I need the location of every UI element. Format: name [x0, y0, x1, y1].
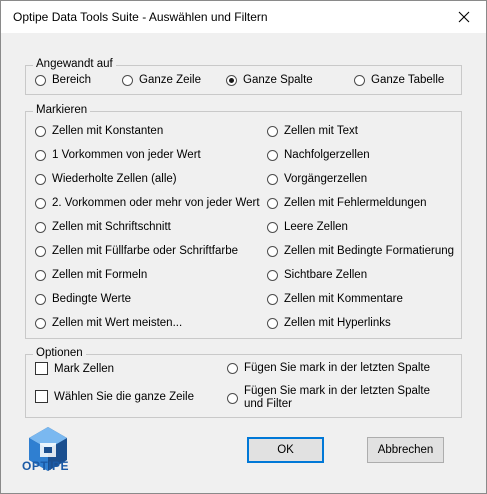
mark-right-option[interactable]: Zellen mit Fehlermeldungen — [267, 197, 427, 209]
radio-indicator[interactable] — [267, 173, 278, 185]
radio-indicator[interactable] — [267, 149, 278, 161]
radio-indicator[interactable] — [227, 362, 238, 374]
mark-right-option[interactable]: Sichtbare Zellen — [267, 269, 367, 281]
radio-indicator[interactable] — [35, 317, 46, 329]
radio-label: Wiederholte Zellen (alle) — [52, 173, 177, 185]
cancel-button[interactable]: Abbrechen — [367, 437, 444, 463]
add-mark-last-column-radio[interactable]: Fügen Sie mark in der letzten Spalte — [227, 362, 430, 374]
radio-label: Zellen mit Formeln — [52, 269, 148, 281]
radio-indicator[interactable] — [267, 125, 278, 137]
options-title: Optionen — [33, 347, 86, 359]
radio-indicator[interactable] — [35, 125, 46, 137]
mark-left-option[interactable]: Bedingte Werte — [35, 293, 131, 305]
ok-button[interactable]: OK — [247, 437, 324, 463]
radio-indicator[interactable] — [35, 197, 46, 209]
radio-indicator[interactable] — [267, 245, 278, 257]
radio-label: Zellen mit Füllfarbe oder Schriftfarbe — [52, 245, 238, 257]
radio-indicator[interactable] — [122, 74, 133, 86]
checkbox-indicator[interactable] — [35, 390, 48, 403]
mark-left-option[interactable]: Zellen mit Formeln — [35, 269, 147, 281]
radio-indicator[interactable] — [35, 293, 46, 305]
radio-indicator[interactable] — [267, 269, 278, 281]
radio-indicator[interactable] — [35, 269, 46, 281]
mark-left-option[interactable]: 1 Vorkommen von jeder Wert — [35, 149, 201, 161]
mark-right-option[interactable]: Zellen mit Hyperlinks — [267, 317, 391, 329]
brand-name: OPTIPE — [22, 459, 70, 473]
radio-indicator[interactable] — [267, 317, 278, 329]
mark-left-option[interactable]: Zellen mit Schriftschnitt — [35, 221, 171, 233]
mark-right-option[interactable]: Vorgängerzellen — [267, 173, 367, 185]
radio-indicator[interactable] — [35, 74, 46, 86]
radio-label: Ganze Spalte — [243, 74, 313, 86]
cancel-button-label: Abbrechen — [377, 444, 434, 456]
radio-label: Bedingte Werte — [52, 293, 132, 305]
radio-label: Zellen mit Kommentare — [284, 293, 403, 305]
applied-to-title: Angewandt auf — [33, 58, 116, 70]
ok-button-label: OK — [277, 444, 294, 456]
radio-label: Zellen mit Bedingte Formatierung — [284, 245, 455, 257]
radio-ganze-tabelle[interactable]: Ganze Tabelle — [354, 74, 444, 86]
radio-indicator[interactable] — [267, 221, 278, 233]
mark-right-option[interactable]: Nachfolgerzellen — [267, 149, 370, 161]
radio-label: 1 Vorkommen von jeder Wert — [52, 149, 201, 161]
radio-label: Vorgängerzellen — [284, 173, 368, 185]
title-bar[interactable]: Optipe Data Tools Suite - Auswählen und … — [1, 1, 486, 33]
radio-label: Nachfolgerzellen — [284, 149, 370, 161]
mark-right-option[interactable]: Zellen mit Text — [267, 125, 358, 137]
radio-label: Zellen mit Konstanten — [52, 125, 164, 137]
mark-right-option[interactable]: Leere Zellen — [267, 221, 348, 233]
mark-left-option[interactable]: Zellen mit Konstanten — [35, 125, 163, 137]
radio-label: Leere Zellen — [284, 221, 348, 233]
window-title: Optipe Data Tools Suite - Auswählen und … — [13, 10, 268, 24]
checkbox-label: Wählen Sie die ganze Zeile — [54, 390, 194, 403]
checkbox-indicator[interactable] — [35, 362, 48, 375]
radio-indicator[interactable] — [35, 173, 46, 185]
radio-label: Ganze Tabelle — [371, 74, 445, 86]
radio-indicator[interactable] — [226, 74, 237, 86]
radio-indicator[interactable] — [267, 197, 278, 209]
select-whole-row-checkbox[interactable]: Wählen Sie die ganze Zeile — [35, 390, 194, 403]
add-mark-last-column-filter-radio[interactable]: Fügen Sie mark in der letzten Spalte und… — [227, 385, 449, 411]
radio-label: Fügen Sie mark in der letzten Spalte und… — [244, 385, 431, 410]
radio-bereich[interactable]: Bereich — [35, 74, 91, 86]
radio-indicator[interactable] — [267, 293, 278, 305]
radio-label: Ganze Zeile — [139, 74, 202, 86]
mark-title: Markieren — [33, 104, 91, 116]
close-icon — [458, 11, 470, 23]
radio-indicator[interactable] — [354, 74, 365, 86]
radio-indicator[interactable] — [227, 392, 238, 404]
radio-label: Zellen mit Hyperlinks — [284, 317, 391, 329]
radio-indicator[interactable] — [35, 221, 46, 233]
mark-left-option[interactable]: Wiederholte Zellen (alle) — [35, 173, 177, 185]
mark-left-option[interactable]: Zellen mit Füllfarbe oder Schriftfarbe — [35, 245, 238, 257]
close-button[interactable] — [442, 1, 486, 33]
radio-label: Fügen Sie mark in der letzten Spalte — [244, 362, 431, 374]
checkbox-label: Mark Zellen — [54, 362, 115, 375]
radio-ganze-spalte[interactable]: Ganze Spalte — [226, 74, 313, 86]
radio-label: Zellen mit Schriftschnitt — [52, 221, 171, 233]
radio-ganze-zeile[interactable]: Ganze Zeile — [122, 74, 201, 86]
radio-indicator[interactable] — [35, 245, 46, 257]
mark-right-option[interactable]: Zellen mit Bedingte Formatierung — [267, 245, 454, 257]
dialog-window: Optipe Data Tools Suite - Auswählen und … — [0, 0, 487, 494]
mark-right-option[interactable]: Zellen mit Kommentare — [267, 293, 403, 305]
radio-label: Bereich — [52, 74, 91, 86]
radio-label: Zellen mit Fehlermeldungen — [284, 197, 427, 209]
radio-label: Zellen mit Wert meisten... — [52, 317, 183, 329]
radio-label: Sichtbare Zellen — [284, 269, 368, 281]
radio-label: 2. Vorkommen oder mehr von jeder Wert — [52, 197, 260, 209]
mark-left-option[interactable]: Zellen mit Wert meisten... — [35, 317, 182, 329]
radio-label: Zellen mit Text — [284, 125, 358, 137]
mark-cells-checkbox[interactable]: Mark Zellen — [35, 362, 114, 375]
mark-left-option[interactable]: 2. Vorkommen oder mehr von jeder Wert — [35, 197, 260, 209]
radio-indicator[interactable] — [35, 149, 46, 161]
